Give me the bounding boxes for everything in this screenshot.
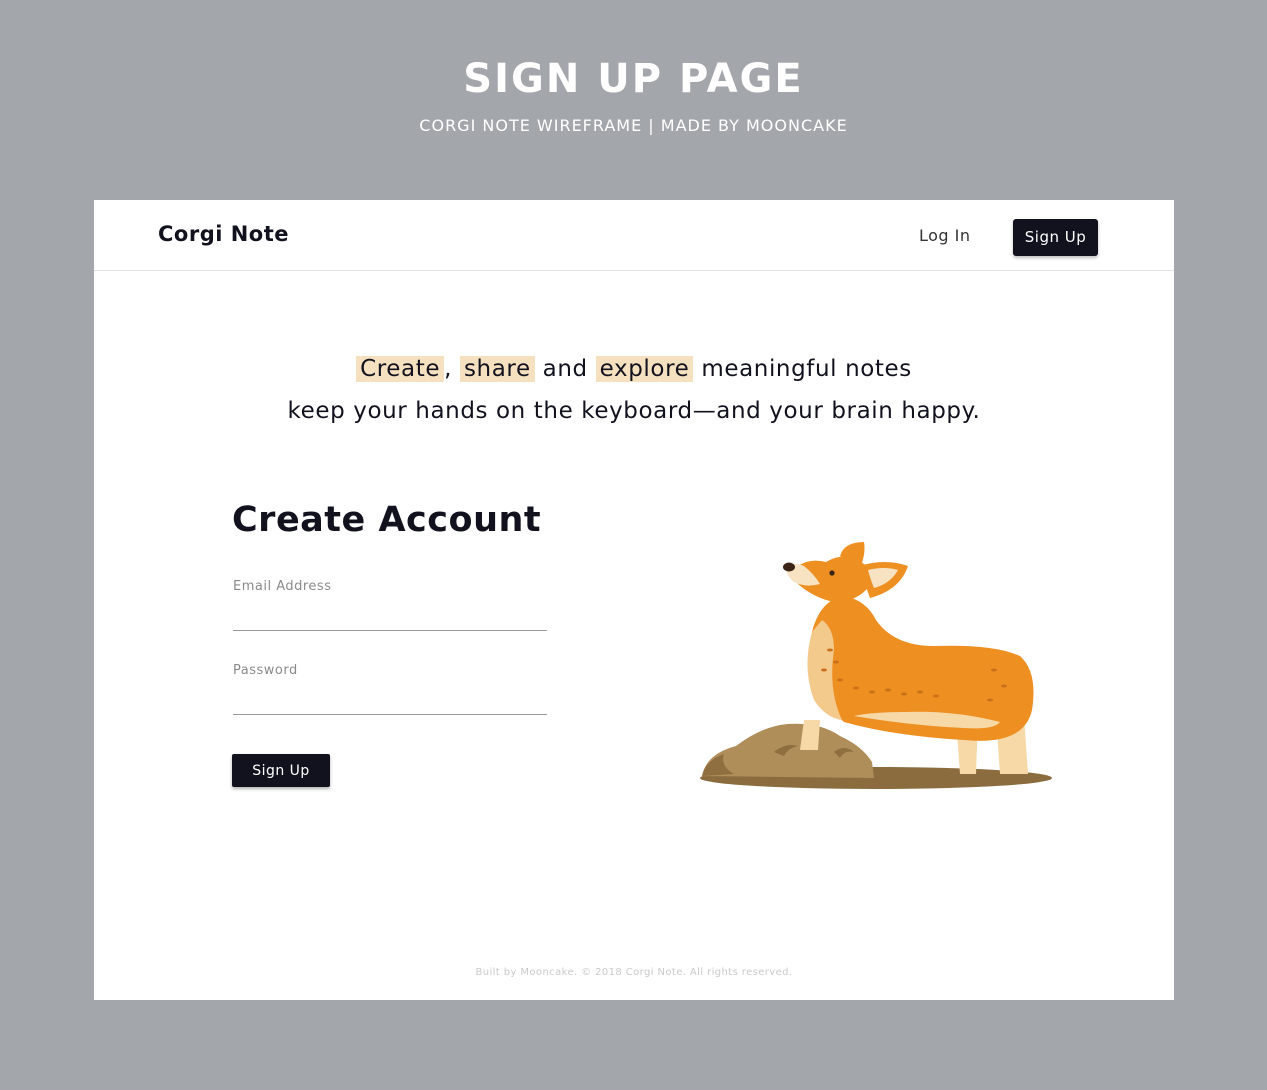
brand-logo[interactable]: Corgi Note <box>158 222 289 246</box>
tagline-and: and <box>542 356 588 382</box>
tagline-line-2: keep your hands on the keyboard—and your… <box>287 398 981 424</box>
password-label: Password <box>233 663 298 678</box>
highlight-share: share <box>459 356 535 382</box>
footer-copyright: Built by Mooncake. © 2018 Corgi Note. Al… <box>475 967 793 978</box>
login-link[interactable]: Log In <box>919 226 971 245</box>
nav-signup-button[interactable]: Sign Up <box>1013 219 1098 256</box>
page-title: SIGN UP PAGE <box>463 56 804 102</box>
form-title: Create Account <box>232 500 542 540</box>
password-field[interactable] <box>233 687 547 715</box>
app-frame: Corgi Note Log In Sign Up Create, share … <box>94 200 1174 1000</box>
tagline-comma: , <box>444 356 453 382</box>
highlight-explore: explore <box>595 356 694 382</box>
email-field[interactable] <box>233 603 547 631</box>
corgi-illustration <box>700 542 1052 789</box>
tagline: Create, share and explore meaningful not… <box>94 348 1174 432</box>
navbar: Corgi Note Log In Sign Up <box>94 200 1174 271</box>
page-subtitle: CORGI NOTE WIREFRAME | MADE BY MOONCAKE <box>419 116 848 135</box>
tagline-line-1: Create, share and explore meaningful not… <box>94 348 1174 390</box>
signup-submit-button[interactable]: Sign Up <box>232 754 330 787</box>
corgi-nose <box>783 562 795 572</box>
highlight-create: Create <box>356 356 445 382</box>
email-label: Email Address <box>233 579 332 594</box>
corgi-eye <box>829 570 835 576</box>
tagline-rest: meaningful notes <box>701 356 912 382</box>
